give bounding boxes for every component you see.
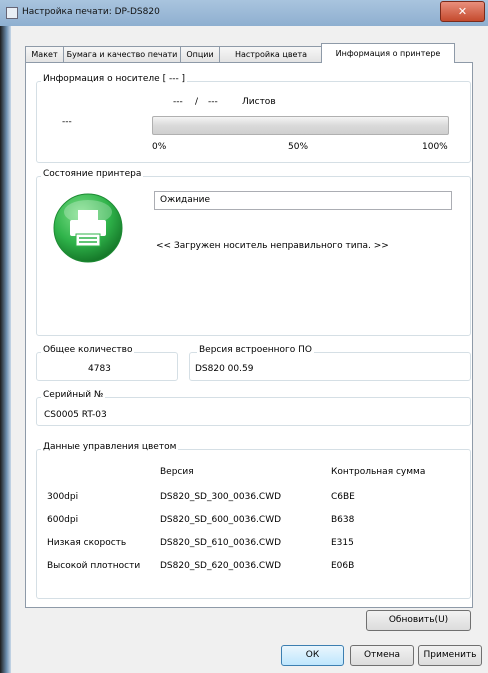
row-version: DS820_SD_620_0036.CWD	[160, 561, 282, 571]
row-version: DS820_SD_300_0036.CWD	[160, 492, 282, 502]
media-count-sep: /	[195, 97, 199, 107]
col-header-version: Версия	[160, 467, 194, 477]
row-checksum: C6BE	[331, 492, 355, 502]
row-label: 600dpi	[47, 515, 79, 525]
total-count-legend: Общее количество	[41, 345, 135, 355]
row-checksum: E06B	[331, 561, 355, 571]
media-left-value: ---	[62, 117, 72, 127]
color-mgmt-legend: Данные управления цветом	[41, 442, 179, 452]
tab-printer-info[interactable]: Информация о принтере	[321, 43, 455, 63]
row-checksum: E315	[331, 538, 354, 548]
refresh-button[interactable]: Обновить(U)	[366, 610, 471, 631]
firmware-legend: Версия встроенного ПО	[197, 345, 314, 355]
background-window-edge	[0, 26, 11, 673]
close-button[interactable]: ✕	[440, 1, 485, 22]
printer-icon	[6, 7, 18, 19]
window-title: Настройка печати: DP-DS820	[22, 7, 160, 17]
media-count-b: ---	[208, 97, 218, 107]
firmware-value: DS820 00.59	[195, 364, 254, 374]
total-count-value: 4783	[88, 364, 111, 374]
printer-state-field: Ожидание	[154, 191, 452, 210]
printer-status-message: << Загружен носитель неправильного типа.…	[156, 241, 389, 251]
printer-status-icon	[52, 192, 124, 264]
printer-status-legend: Состояние принтера	[41, 169, 144, 179]
apply-button[interactable]: Применить	[418, 645, 482, 666]
row-label: Низкая скорость	[47, 538, 127, 548]
row-label: Высокой плотности	[47, 561, 141, 571]
cancel-button[interactable]: Отмена	[350, 645, 414, 666]
media-progress-bar	[152, 116, 449, 135]
tab-paper-quality[interactable]: Бумага и качество печати	[63, 46, 181, 62]
row-label: 300dpi	[47, 492, 79, 502]
row-version: DS820_SD_600_0036.CWD	[160, 515, 282, 525]
media-info-legend: Информация о носителе [ --- ]	[41, 74, 188, 84]
col-header-checksum: Контрольная сумма	[331, 467, 426, 477]
row-version: DS820_SD_610_0036.CWD	[160, 538, 282, 548]
media-count-a: ---	[173, 97, 183, 107]
tab-options[interactable]: Опции	[180, 46, 220, 62]
progress-tick-50: 50%	[288, 142, 309, 152]
ok-button[interactable]: ОК	[281, 645, 344, 666]
progress-tick-0: 0%	[152, 142, 167, 152]
row-checksum: B638	[331, 515, 355, 525]
serial-value: CS0005 RT-03	[44, 410, 107, 420]
tab-color-settings[interactable]: Настройка цвета	[219, 46, 323, 62]
tab-layout[interactable]: Макет	[25, 46, 64, 62]
serial-legend: Серийный №	[41, 390, 106, 400]
progress-tick-100: 100%	[422, 142, 448, 152]
media-unit: Листов	[242, 97, 276, 107]
